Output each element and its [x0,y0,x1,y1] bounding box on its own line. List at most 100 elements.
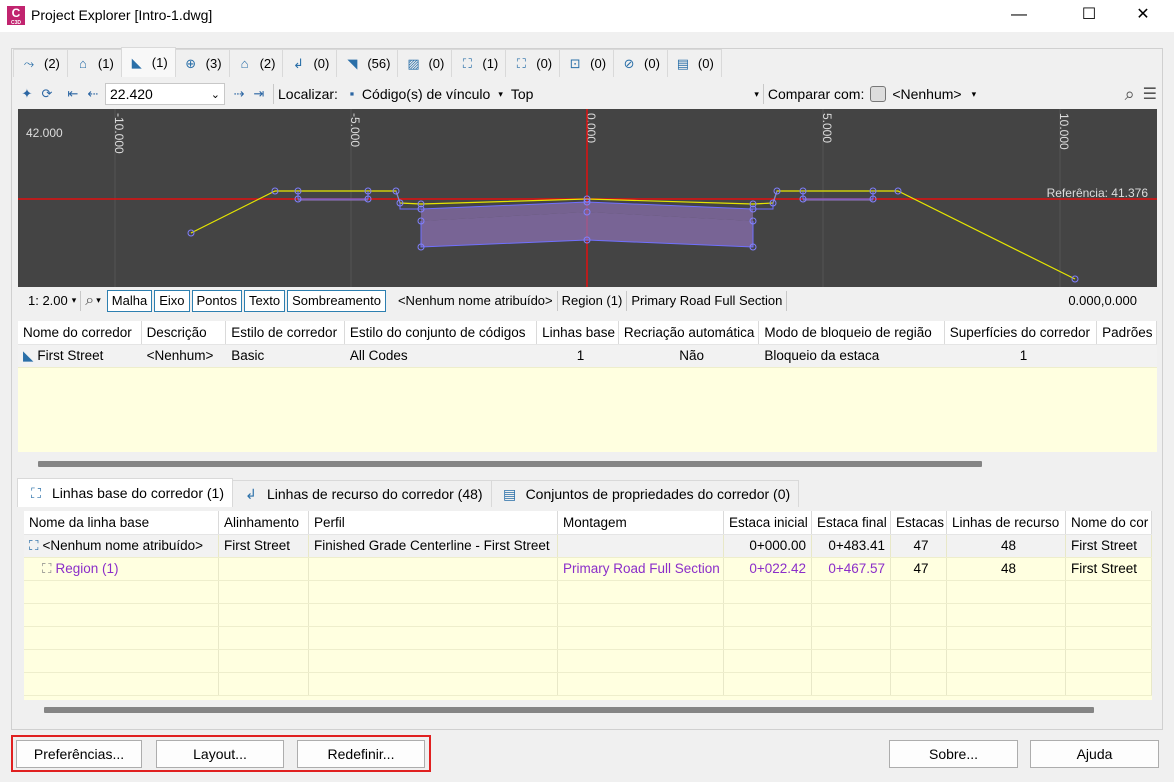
object-tab[interactable]: ⌂ (2) [228,49,284,77]
previous-station-icon[interactable]: ⇠ [83,84,103,104]
empty-row [24,581,1152,604]
maximize-button[interactable]: ☐ [1066,0,1112,32]
layout-button[interactable]: Layout... [156,740,284,768]
object-type-icon: ▤ [676,55,690,71]
column-header[interactable]: Alinhamento [219,511,309,534]
scrollbar-thumb[interactable] [44,707,1094,713]
next-station-icon[interactable]: ⇢ [229,84,249,104]
region-icon: ⛶ [42,561,52,576]
table-row[interactable]: ⛶ <Nenhum nome atribuído> First Street Fi… [24,535,1152,558]
detail-tab[interactable]: ↲ Linhas de recurso do corredor (48) [232,480,492,507]
column-header[interactable]: Estaca final [812,511,891,534]
object-tab[interactable]: ⊘ (0) [613,49,668,77]
column-header[interactable]: Modo de bloqueio de região [759,321,945,344]
object-count: (56) [367,56,391,71]
column-header[interactable]: Nome do cor [1066,511,1152,534]
help-button[interactable]: Ajuda [1030,740,1159,768]
statusbar-separator [786,290,788,311]
column-header[interactable]: Recriação automática [619,321,760,344]
toggle-texto[interactable]: Texto [244,289,286,312]
object-tab[interactable]: ◥ (56) [336,49,399,77]
corridor-detail-tabs: ⛶ Linhas base do corredor (1) ↲ Linhas de r… [17,478,800,508]
object-tab[interactable]: ⊕ (3) [174,49,230,77]
column-header[interactable]: Perfil [309,511,558,534]
scale-value[interactable]: 1: 2.00 [28,293,68,308]
object-tab[interactable]: ◣ (1) [120,47,176,77]
toggle-sombreamento[interactable]: Sombreamento [287,289,386,312]
object-count: (2) [259,56,276,71]
column-header[interactable]: Nome do corredor [18,321,142,344]
baseline-scrollbar[interactable] [24,704,1152,714]
column-header[interactable]: Superfícies do corredor [945,321,1098,344]
comparar-value[interactable]: <Nenhum> [892,86,961,102]
column-header[interactable]: Estaca inicial [724,511,812,534]
corridor-name: First Street [37,348,104,363]
toggle-pontos[interactable]: Pontos [191,289,242,312]
corridor-icon: ◣ [23,348,34,363]
column-header[interactable]: Estilo de corredor [226,321,345,344]
scrollbar-thumb[interactable] [38,461,982,467]
detail-tab-icon: ▤ [502,485,517,502]
object-tab[interactable]: ⛶ (0) [505,49,561,77]
object-tab[interactable]: ▤ (0) [666,49,722,77]
chevron-down-icon[interactable]: ▾ [72,295,77,306]
localizar-combo[interactable]: Top ▾ [511,86,759,102]
zoom-icon[interactable]: ⌕ [1125,84,1135,105]
object-type-icon: ⌂ [78,55,87,71]
view-options-icon[interactable]: ☰ [1143,84,1157,104]
detail-tab-label: Conjuntos de propriedades do corredor (0… [525,486,791,502]
zoom-icon[interactable]: ⌕ [85,292,94,310]
chevron-down-icon[interactable]: ▾ [972,89,977,100]
object-tab[interactable]: ▨ (0) [397,49,453,77]
object-tab[interactable]: ⛶ (1) [451,49,507,77]
region-start[interactable]: 0+022.42 [724,558,812,580]
station-value: 22.420 [110,86,153,102]
column-header[interactable]: Descrição [142,321,227,344]
preferences-button[interactable]: Preferências... [16,740,142,768]
last-station-icon[interactable]: ⇥ [249,84,269,104]
minimize-button[interactable]: — [996,0,1042,32]
table-row[interactable]: ⛶ Region (1) Primary Road Full Section 0+… [24,558,1152,581]
column-header[interactable]: Linhas de recurso [947,511,1066,534]
object-tab[interactable]: ⊡ (0) [559,49,615,77]
close-button[interactable]: ✕ [1120,0,1166,32]
section-viewer[interactable]: 42.000 -10.000 -5.000 0.000 5.000 10.000… [18,109,1157,287]
region-end[interactable]: 0+467.57 [812,558,891,580]
tick-label: -10.000 [112,113,126,154]
chevron-down-icon[interactable]: ▾ [96,295,101,306]
first-station-icon[interactable]: ⇤ [63,84,83,104]
new-icon[interactable]: ✦ [17,84,37,104]
corridor-codeset: All Codes [349,348,408,363]
column-header[interactable]: Estilo do conjunto de códigos [345,321,538,344]
column-header[interactable]: Padrões [1097,321,1157,344]
column-header[interactable]: Linhas base [537,321,619,344]
corridor-scrollbar[interactable] [18,458,1157,468]
object-count: (3) [205,56,222,71]
object-tab[interactable]: ⌂ (1) [66,49,122,77]
table-row[interactable]: ◣ First Street <Nenhum> Basic All Codes 1… [18,345,1157,368]
about-button[interactable]: Sobre... [889,740,1018,768]
object-tab[interactable]: ↲ (0) [282,49,338,77]
column-header[interactable]: Montagem [558,511,724,534]
localizar-value[interactable]: Código(s) de vínculo [362,86,490,102]
object-count: (0) [697,56,714,71]
title-bar: C C3D Project Explorer [Intro-1.dwg] — ☐ … [0,0,1174,32]
object-tab[interactable]: ⤳ (2) [13,49,68,77]
detail-tab[interactable]: ▤ Conjuntos de propriedades do corredor (… [490,480,800,507]
toolbar-separator [762,84,764,104]
station-combo[interactable]: 22.420 ⌄ [105,83,225,105]
corridor-desc: <Nenhum> [146,348,214,363]
column-header[interactable]: Nome da linha base [24,511,219,534]
baseline-end: 0+483.41 [812,535,891,557]
region-name[interactable]: Region (1) [55,561,118,576]
refresh-icon[interactable]: ⟳ [37,84,57,104]
toggle-malha[interactable]: Malha [106,289,153,312]
baseline-name: <Nenhum nome atribuído> [397,293,553,308]
toggle-eixo[interactable]: Eixo [154,289,190,312]
reset-button[interactable]: Redefinir... [297,740,425,768]
chevron-down-icon: ⌄ [210,88,220,101]
detail-tab[interactable]: ⛶ Linhas base do corredor (1) [17,478,233,507]
chevron-down-icon[interactable]: ▾ [498,89,503,100]
column-header[interactable]: Estacas [891,511,947,534]
region-assembly[interactable]: Primary Road Full Section [558,558,724,580]
